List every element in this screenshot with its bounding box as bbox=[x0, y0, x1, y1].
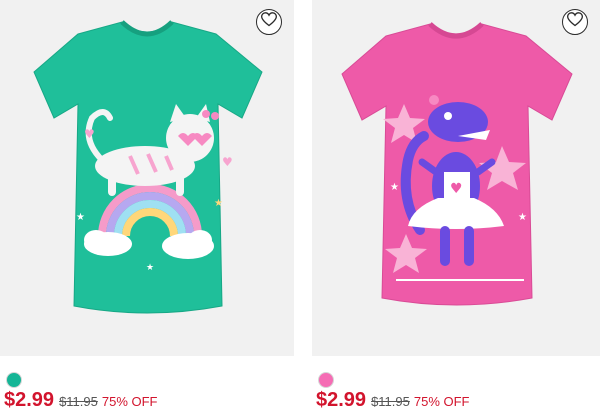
original-price: $11.95 bbox=[371, 394, 410, 409]
svg-text:★: ★ bbox=[214, 198, 223, 209]
discount-label: 75% OFF bbox=[413, 394, 470, 409]
svg-text:♥: ♥ bbox=[222, 155, 233, 169]
product-card[interactable]: ♥ ★ ★ $2.99 $11.95 75% OFF bbox=[312, 0, 600, 418]
heart-outline-icon bbox=[566, 12, 584, 32]
product-image[interactable]: ♥ ♥ ★ ★ ★ bbox=[0, 0, 294, 356]
wishlist-button[interactable] bbox=[562, 9, 588, 35]
sale-price: $2.99 bbox=[316, 389, 367, 411]
svg-text:★: ★ bbox=[518, 212, 527, 223]
price-row: $2.99 $11.95 75% OFF bbox=[4, 389, 157, 412]
product-grid: ♥ ♥ ★ ★ ★ $2.99 $11.95 75% OFF ♥ ★ ★ $2.… bbox=[0, 0, 600, 418]
svg-text:★: ★ bbox=[146, 263, 154, 273]
svg-text:♥: ♥ bbox=[84, 127, 95, 141]
color-swatch[interactable] bbox=[6, 372, 22, 388]
svg-text:♥: ♥ bbox=[450, 181, 463, 197]
color-swatch[interactable] bbox=[318, 372, 334, 388]
discount-label: 75% OFF bbox=[101, 394, 158, 409]
tshirt-image-cat-rainbow: ♥ ♥ ★ ★ ★ bbox=[33, 20, 263, 314]
sale-price: $2.99 bbox=[4, 389, 55, 411]
product-image[interactable]: ♥ ★ ★ bbox=[312, 0, 600, 356]
tshirt-image-dino-ballerina: ♥ ★ ★ bbox=[341, 22, 573, 306]
svg-text:★: ★ bbox=[76, 212, 85, 223]
wishlist-button[interactable] bbox=[256, 9, 282, 35]
product-card[interactable]: ♥ ♥ ★ ★ ★ $2.99 $11.95 75% OFF bbox=[0, 0, 294, 418]
heart-outline-icon bbox=[260, 12, 278, 32]
svg-text:★: ★ bbox=[390, 182, 399, 193]
price-row: $2.99 $11.95 75% OFF bbox=[316, 389, 469, 412]
original-price: $11.95 bbox=[59, 394, 98, 409]
